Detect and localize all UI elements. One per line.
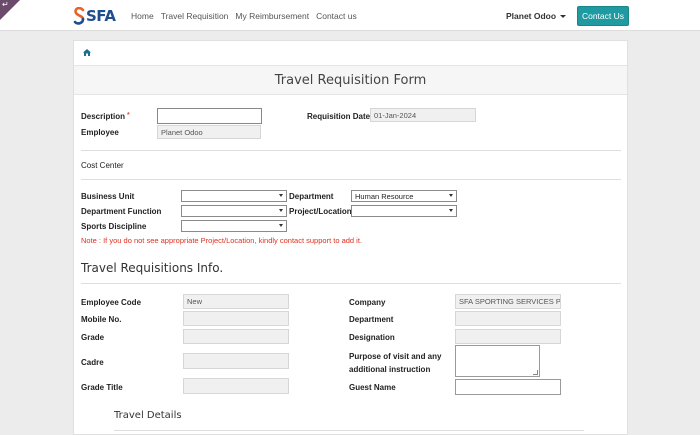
department-function-label: Department Function: [81, 207, 162, 216]
mobile-label: Mobile No.: [81, 315, 122, 324]
employee-code-label: Employee Code: [81, 298, 142, 307]
form-title: Travel Requisition Form: [74, 65, 627, 95]
description-label: Description *: [81, 112, 130, 121]
chevron-down-icon: [279, 209, 283, 212]
grade-field[interactable]: [183, 329, 289, 344]
nav-link-travel-requisition[interactable]: Travel Requisition: [161, 11, 229, 21]
mobile-field[interactable]: [183, 311, 289, 326]
home-icon[interactable]: [83, 49, 91, 56]
purpose-label-line1: Purpose of visit and any: [349, 352, 442, 361]
guest-name-label: Guest Name: [349, 383, 396, 392]
nav-link-my-reimbursement[interactable]: My Reimbursement: [235, 11, 309, 21]
designation-label: Designation: [349, 333, 395, 342]
user-menu[interactable]: Planet Odoo: [506, 11, 567, 21]
required-marker: *: [127, 112, 130, 119]
company-label: Company: [349, 298, 386, 307]
description-input[interactable]: [157, 108, 262, 124]
brand-name: SFA: [86, 7, 116, 25]
user-name: Planet Odoo: [506, 11, 557, 21]
chevron-down-icon: [449, 194, 453, 197]
project-location-label: Project/Location: [289, 207, 352, 216]
purpose-textarea[interactable]: [455, 345, 540, 377]
requisition-date-field[interactable]: 01-Jan-2024: [370, 108, 476, 122]
cadre-field[interactable]: [183, 353, 289, 369]
project-location-note: Note : If you do not see appropriate Pro…: [81, 236, 363, 245]
business-unit-label: Business Unit: [81, 192, 135, 201]
chevron-down-icon: [279, 194, 283, 197]
employee-code-field[interactable]: New: [183, 294, 289, 309]
employee-label: Employee: [81, 128, 119, 137]
requisition-date-label: Requisition Date: [307, 112, 371, 121]
guest-name-input[interactable]: [455, 379, 561, 395]
corner-arrow-icon: ↵: [2, 0, 9, 9]
chevron-down-icon: [279, 224, 283, 227]
main-nav: Home Travel Requisition My Reimbursement…: [131, 11, 364, 21]
department-label: Department: [289, 192, 334, 201]
divider: [81, 179, 621, 180]
sfa-logo-mark-icon: [73, 7, 85, 25]
chevron-down-icon: [449, 209, 453, 212]
business-unit-select[interactable]: [181, 190, 287, 202]
company-field[interactable]: SFA SPORTING SERVICES PRI: [455, 294, 561, 309]
nav-link-contact-us[interactable]: Contact us: [316, 11, 357, 21]
designation-field[interactable]: [455, 329, 561, 344]
info-department-label: Department: [349, 315, 394, 324]
brand-logo[interactable]: SFA: [73, 6, 116, 26]
project-location-select[interactable]: [351, 205, 457, 217]
travel-details-title: Travel Details: [114, 410, 182, 421]
description-label-text: Description: [81, 112, 126, 121]
department-select[interactable]: Human Resource: [351, 190, 457, 202]
employee-field[interactable]: Planet Odoo: [157, 125, 261, 139]
grade-label: Grade: [81, 333, 105, 342]
grade-title-field[interactable]: [183, 378, 289, 394]
top-navbar: ↵ SFA Home Travel Requisition My Reimbur…: [0, 0, 700, 31]
divider: [114, 430, 584, 431]
nav-link-home[interactable]: Home: [131, 11, 154, 21]
divider: [81, 283, 621, 284]
caret-down-icon: [560, 15, 567, 19]
contact-us-button[interactable]: Contact Us: [577, 6, 629, 26]
cost-center-label: Cost Center: [81, 161, 124, 170]
department-function-select[interactable]: [181, 205, 287, 217]
purpose-label-line2: additional instruction: [349, 365, 431, 374]
info-section-title: Travel Requisitions Info.: [81, 261, 224, 275]
resize-grip-icon[interactable]: [533, 370, 538, 375]
info-department-field[interactable]: [455, 311, 561, 326]
grade-title-label: Grade Title: [81, 383, 123, 392]
cadre-label: Cadre: [81, 358, 104, 367]
department-value: Human Resource: [355, 192, 414, 201]
divider: [81, 150, 621, 151]
sports-discipline-select[interactable]: [181, 220, 287, 232]
form-card: Travel Requisition Form Description * Emp…: [73, 40, 628, 435]
sports-discipline-label: Sports Discipline: [81, 222, 147, 231]
